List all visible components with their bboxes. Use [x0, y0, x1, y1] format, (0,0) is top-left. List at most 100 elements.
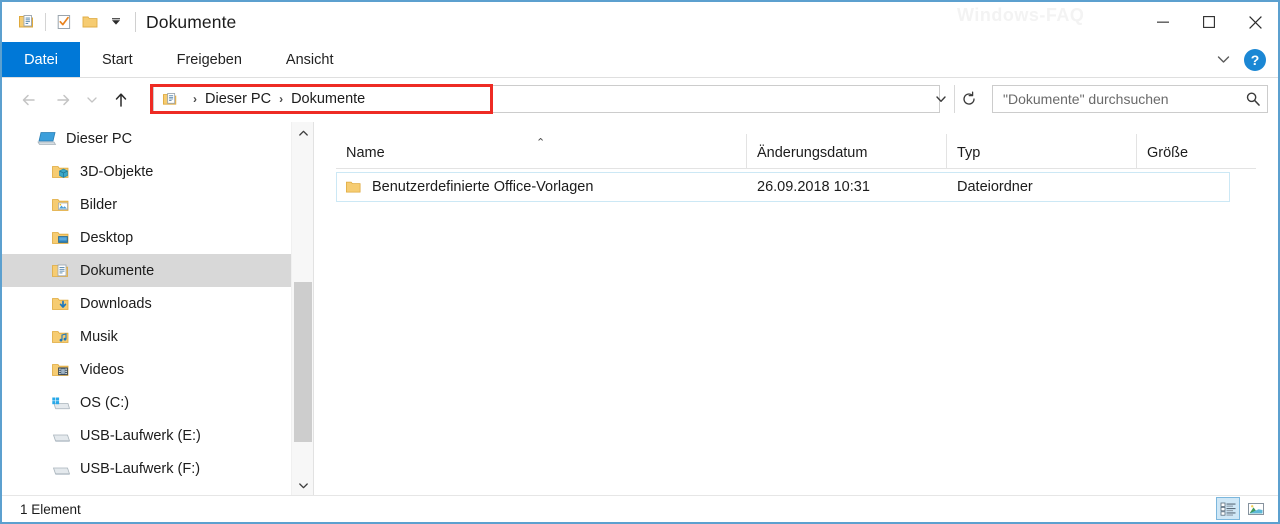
- sidebar-item-usb-laufwerk-f[interactable]: USB-Laufwerk (F:): [2, 452, 291, 485]
- navigation-pane: Dieser PC 3D-Objekte Bilder Desktop Doku…: [2, 122, 291, 496]
- title-separator: [135, 12, 136, 32]
- file-date-cell: 26.09.2018 10:31: [757, 179, 870, 195]
- search-box[interactable]: [992, 85, 1268, 113]
- details-view-button[interactable]: [1216, 497, 1240, 520]
- sort-ascending-icon: ⌃: [536, 137, 546, 149]
- sidebar-item-downloads[interactable]: Downloads: [2, 287, 291, 320]
- sidebar-item-os-c[interactable]: OS (C:): [2, 386, 291, 419]
- scroll-up-icon[interactable]: [292, 122, 314, 144]
- content-area: Dieser PC 3D-Objekte Bilder Desktop Doku…: [2, 122, 1278, 496]
- new-folder-icon[interactable]: [77, 9, 103, 35]
- maximize-button[interactable]: [1186, 2, 1232, 42]
- sidebar-label: Videos: [80, 361, 125, 378]
- file-name-text: Benutzerdefinierte Office-Vorlagen: [372, 179, 594, 195]
- folder-music-icon: [50, 327, 72, 347]
- quick-access-toolbar: Dokumente: [2, 2, 236, 42]
- window-title: Dokumente: [146, 11, 237, 32]
- sidebar-item-3d-objekte[interactable]: 3D-Objekte: [2, 155, 291, 188]
- sidebar-item-musik[interactable]: Musik: [2, 320, 291, 353]
- status-bar: 1 Element: [2, 495, 1278, 522]
- folder-documents-icon: [50, 261, 72, 281]
- title-bar: Dokumente Windows-FAQ: [2, 2, 1278, 42]
- forward-icon[interactable]: [46, 83, 80, 117]
- up-icon[interactable]: [104, 83, 138, 117]
- window-control-buttons: [1140, 2, 1278, 42]
- this-pc-icon: [36, 129, 58, 149]
- address-bar[interactable]: › Dieser PC › Dokumente: [153, 85, 940, 113]
- search-input[interactable]: [1001, 90, 1245, 108]
- address-dropdown-icon[interactable]: [927, 85, 954, 113]
- folder-desktop-icon: [50, 228, 72, 248]
- sidebar-item-bilder[interactable]: Bilder: [2, 188, 291, 221]
- ribbon-tab-bar: Datei Start Freigeben Ansicht ?: [2, 42, 1278, 78]
- sidebar-label: OS (C:): [80, 394, 130, 411]
- properties-documents-icon[interactable]: [14, 9, 40, 35]
- search-icon[interactable]: [1245, 91, 1261, 107]
- sidebar-label: USB-Laufwerk (F:): [80, 460, 201, 477]
- column-label: Name: [346, 145, 385, 161]
- sidebar-label: Dieser PC: [66, 130, 133, 147]
- folder-videos-icon: [50, 360, 72, 380]
- toolbar-separator-1: [45, 13, 46, 31]
- sidebar-label: Bilder: [80, 196, 118, 213]
- folder-icon: [345, 179, 362, 195]
- column-header-rule: [336, 168, 1256, 169]
- large-icons-view-button[interactable]: [1244, 497, 1268, 520]
- sidebar-scrollbar[interactable]: [291, 122, 314, 496]
- tab-ansicht[interactable]: Ansicht: [264, 42, 356, 77]
- view-mode-buttons: [1216, 497, 1268, 520]
- file-list-pane: ⌃ Name Änderungsdatum Typ Größe Benutzer…: [314, 122, 1278, 496]
- column-label: Größe: [1147, 145, 1189, 161]
- breadcrumb-dieser-pc[interactable]: Dieser PC: [205, 91, 271, 107]
- help-button[interactable]: ?: [1244, 48, 1266, 71]
- tab-datei[interactable]: Datei: [2, 42, 80, 77]
- sidebar-label: Desktop: [80, 229, 134, 246]
- sidebar-item-videos[interactable]: Videos: [2, 353, 291, 386]
- breadcrumb-separator-1: ›: [279, 92, 284, 106]
- new-item-checkmark-icon[interactable]: [51, 9, 77, 35]
- chevron-down-icon[interactable]: [1210, 47, 1236, 73]
- status-item-count: 1 Element: [20, 501, 81, 517]
- column-header-date[interactable]: Änderungsdatum: [746, 134, 946, 168]
- sidebar-label: Downloads: [80, 295, 152, 312]
- drive-icon: [50, 459, 72, 479]
- watermark-text: Windows-FAQ: [957, 5, 1085, 25]
- folder-downloads-icon: [50, 294, 72, 314]
- folder-3d-icon: [50, 162, 72, 182]
- recent-locations-icon[interactable]: [80, 83, 104, 117]
- sidebar-label: Musik: [80, 328, 118, 345]
- folder-pictures-icon: [50, 195, 72, 215]
- file-explorer-window: Dokumente Windows-FAQ Datei Start Freige…: [0, 0, 1280, 524]
- ribbon-right-controls: ?: [1210, 42, 1274, 77]
- minimize-button[interactable]: [1140, 2, 1186, 42]
- column-label: Änderungsdatum: [757, 145, 868, 161]
- column-label: Typ: [957, 145, 981, 161]
- column-header-type[interactable]: Typ: [946, 134, 1136, 168]
- sidebar-item-dokumente[interactable]: Dokumente: [2, 254, 291, 287]
- documents-folder-icon: [162, 91, 179, 108]
- file-type-cell: Dateiordner: [957, 179, 1033, 195]
- tab-freigeben[interactable]: Freigeben: [155, 42, 264, 77]
- drive-icon: [50, 426, 72, 446]
- sidebar-label: USB-Laufwerk (E:): [80, 427, 201, 444]
- tab-start[interactable]: Start: [80, 42, 155, 77]
- table-row[interactable]: Benutzerdefinierte Office-Vorlagen 26.09…: [336, 172, 1230, 202]
- scroll-down-icon[interactable]: [292, 474, 314, 496]
- sidebar-item-desktop[interactable]: Desktop: [2, 221, 291, 254]
- breadcrumb-separator-0: ›: [193, 92, 197, 106]
- sidebar-label: Dokumente: [80, 262, 155, 279]
- refresh-icon[interactable]: [954, 85, 982, 113]
- sidebar-label: 3D-Objekte: [80, 163, 154, 180]
- scrollbar-thumb[interactable]: [294, 282, 312, 442]
- back-icon[interactable]: [12, 83, 46, 117]
- column-header-name[interactable]: ⌃ Name: [336, 134, 746, 168]
- sidebar-item-usb-laufwerk-e[interactable]: USB-Laufwerk (E:): [2, 419, 291, 452]
- column-header-row: ⌃ Name Änderungsdatum Typ Größe: [336, 126, 1256, 168]
- close-button[interactable]: [1232, 2, 1278, 42]
- breadcrumb-dokumente[interactable]: Dokumente: [291, 91, 365, 107]
- windows-drive-icon: [50, 393, 72, 413]
- sidebar-item-dieser-pc[interactable]: Dieser PC: [2, 122, 291, 155]
- customize-dropdown-icon[interactable]: [103, 9, 129, 35]
- column-header-size[interactable]: Größe: [1136, 134, 1256, 168]
- file-name-cell: Benutzerdefinierte Office-Vorlagen: [337, 179, 747, 195]
